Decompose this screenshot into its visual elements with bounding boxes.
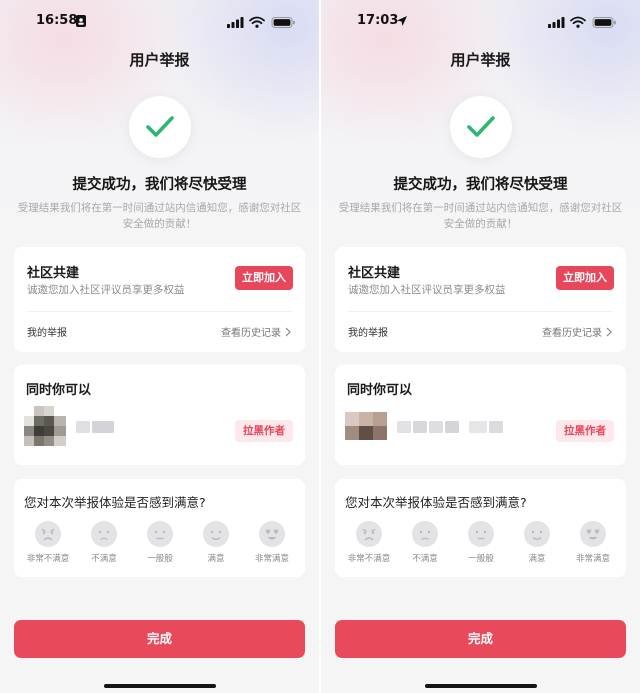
id-card-icon — [75, 13, 87, 27]
satisfied-face-icon — [524, 521, 550, 547]
neutral-face-icon — [147, 521, 173, 547]
also-can-card: 同时你可以 拉黑作者 — [335, 365, 626, 465]
survey-question: 您对本次举报体验是否感到满意? — [345, 495, 527, 510]
community-description: 诚邀您加入社区评议员享更多权益 — [348, 284, 506, 296]
also-can-title: 同时你可以 — [26, 383, 92, 398]
status-time: 17:03 — [357, 13, 399, 28]
block-author-button[interactable]: 拉黑作者 — [235, 420, 293, 442]
survey-question: 您对本次举报体验是否感到满意? — [24, 495, 206, 510]
rating-option-satisfied[interactable]: 满意 — [509, 521, 565, 564]
rating-label: 不满意 — [91, 554, 117, 564]
join-now-button[interactable]: 立即加入 — [235, 266, 293, 290]
rating-option-dissatisfied[interactable]: 不满意 — [397, 521, 453, 564]
rating-option-very-satisfied[interactable]: 非常满意 — [565, 521, 621, 564]
very-dissatisfied-face-icon — [35, 521, 61, 547]
author-avatar — [345, 406, 387, 446]
rating-label: 非常不满意 — [347, 554, 391, 564]
rating-label: 满意 — [207, 554, 225, 564]
done-button[interactable]: 完成 — [14, 620, 305, 658]
community-title: 社区共建 — [348, 266, 401, 281]
battery-icon — [271, 17, 295, 28]
view-history-label: 查看历史记录 — [221, 328, 281, 339]
wifi-icon — [570, 16, 586, 25]
success-badge — [129, 96, 191, 158]
divider — [27, 311, 292, 312]
rating-label: 非常不满意 — [26, 554, 70, 564]
satisfaction-rating: 非常不满意 不满意 一般般 满意 非常满意 — [335, 521, 626, 571]
status-bar: 17:03 — [321, 0, 640, 40]
home-indicator — [425, 684, 537, 688]
join-now-button[interactable]: 立即加入 — [556, 266, 614, 290]
community-card: 社区共建 诚邀您加入社区评议员享更多权益 立即加入 我的举报 查看历史记录 — [335, 247, 626, 352]
author-name-blurred — [76, 421, 114, 433]
battery-icon — [592, 17, 616, 28]
done-button[interactable]: 完成 — [335, 620, 626, 658]
status-bar: 16:58 — [0, 0, 319, 40]
rating-label: 一般般 — [147, 554, 173, 564]
satisfied-face-icon — [203, 521, 229, 547]
rating-label: 满意 — [528, 554, 546, 564]
also-can-title: 同时你可以 — [347, 383, 413, 398]
checkmark-icon — [467, 116, 495, 137]
location-arrow-icon — [396, 13, 408, 27]
phone-screen-left: 16:58 用户举报 提交成功，我们将尽快受理 受理结果我们将在第一时间通过站内… — [0, 0, 319, 693]
status-time: 16:58 — [36, 13, 78, 28]
also-can-card: 同时你可以 拉黑作者 — [14, 365, 305, 465]
home-indicator — [104, 684, 216, 688]
satisfaction-survey-card: 您对本次举报体验是否感到满意? 非常不满意 不满意 一般般 满意 非常满意 — [14, 479, 305, 577]
rating-label: 不满意 — [412, 554, 438, 564]
success-badge — [450, 96, 512, 158]
screenshot-stage: 16:58 用户举报 提交成功，我们将尽快受理 受理结果我们将在第一时间通过站内… — [0, 0, 640, 693]
satisfaction-rating: 非常不满意 不满意 一般般 满意 非常满意 — [14, 521, 305, 571]
view-history-label: 查看历史记录 — [542, 328, 602, 339]
view-history-link[interactable]: 查看历史记录 — [542, 324, 613, 339]
author-name-blurred — [397, 421, 503, 433]
rating-label: 一般般 — [468, 554, 494, 564]
very-satisfied-face-icon — [580, 521, 606, 547]
rating-label: 非常满意 — [254, 554, 289, 564]
page-title: 用户举报 — [450, 51, 511, 69]
page-title: 用户举报 — [129, 51, 190, 69]
author-avatar — [24, 406, 66, 446]
my-report-label: 我的举报 — [27, 328, 67, 339]
community-description: 诚邀您加入社区评议员享更多权益 — [27, 284, 185, 296]
very-satisfied-face-icon — [259, 521, 285, 547]
status-icons — [227, 14, 297, 28]
rating-option-dissatisfied[interactable]: 不满意 — [76, 521, 132, 564]
block-author-button[interactable]: 拉黑作者 — [556, 420, 614, 442]
rating-option-satisfied[interactable]: 满意 — [188, 521, 244, 564]
rating-option-very-satisfied[interactable]: 非常满意 — [244, 521, 300, 564]
success-title: 提交成功，我们将尽快受理 — [393, 177, 568, 193]
success-title: 提交成功，我们将尽快受理 — [72, 177, 247, 193]
neutral-face-icon — [468, 521, 494, 547]
checkmark-icon — [146, 116, 174, 137]
view-history-link[interactable]: 查看历史记录 — [221, 324, 292, 339]
rating-option-very-dissatisfied[interactable]: 非常不满意 — [341, 521, 397, 564]
divider — [348, 311, 613, 312]
rating-label: 非常满意 — [575, 554, 610, 564]
cellular-signal-icon — [548, 17, 565, 28]
wifi-icon — [249, 16, 265, 25]
very-dissatisfied-face-icon — [356, 521, 382, 547]
my-report-label: 我的举报 — [348, 328, 388, 339]
rating-option-neutral[interactable]: 一般般 — [132, 521, 188, 564]
rating-option-neutral[interactable]: 一般般 — [453, 521, 509, 564]
phone-screen-right: 17:03 用户举报 提交成功，我们将尽快受理 受理结果我们将在第一时间通过站内… — [321, 0, 640, 693]
cellular-signal-icon — [227, 17, 244, 28]
community-title: 社区共建 — [27, 266, 80, 281]
community-card: 社区共建 诚邀您加入社区评议员享更多权益 立即加入 我的举报 查看历史记录 — [14, 247, 305, 352]
satisfaction-survey-card: 您对本次举报体验是否感到满意? 非常不满意 不满意 一般般 满意 非常满意 — [335, 479, 626, 577]
chevron-right-icon — [606, 327, 612, 336]
dissatisfied-face-icon — [91, 521, 117, 547]
dissatisfied-face-icon — [412, 521, 438, 547]
status-icons — [548, 14, 618, 28]
rating-option-very-dissatisfied[interactable]: 非常不满意 — [20, 521, 76, 564]
success-subtitle: 受理结果我们将在第一时间通过站内信通知您，感谢您对社区安全做的贡献！ — [338, 202, 623, 230]
success-subtitle: 受理结果我们将在第一时间通过站内信通知您，感谢您对社区安全做的贡献！ — [17, 202, 302, 230]
chevron-right-icon — [285, 327, 291, 336]
